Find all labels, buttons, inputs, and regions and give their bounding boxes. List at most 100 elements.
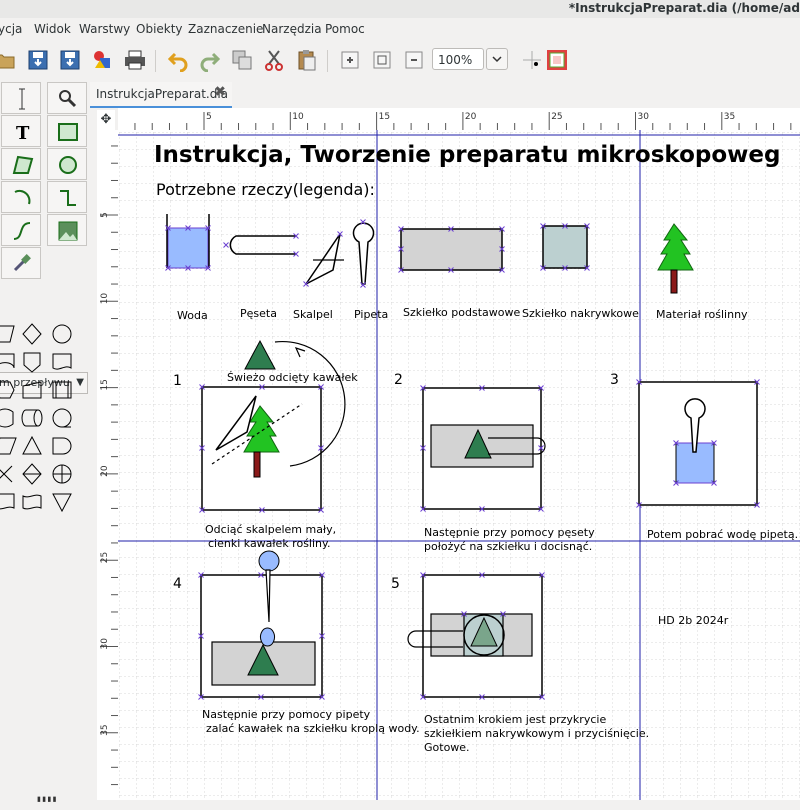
menu-help[interactable]: Pomoc (325, 22, 365, 36)
shape-parallelogram[interactable] (0, 432, 18, 460)
image-tool[interactable] (47, 214, 87, 246)
shape-sort[interactable] (19, 460, 45, 488)
undo-button[interactable] (166, 48, 190, 73)
shape-process[interactable] (0, 320, 18, 348)
legend-label-tweezers[interactable]: Pęseta (240, 307, 277, 320)
shape-predefined[interactable] (49, 376, 75, 404)
menu-edit[interactable]: ycja (0, 22, 22, 36)
step-1-note[interactable]: Świeżo odcięty kawałek (227, 371, 358, 384)
paste-button[interactable] (295, 48, 319, 72)
snap-to-grid-button[interactable] (520, 48, 544, 72)
shape-storage[interactable] (0, 404, 18, 432)
zoom-out-button[interactable] (402, 48, 426, 72)
ruler-label: 10 (292, 112, 304, 122)
collate-shape-icon (0, 465, 13, 483)
box-tool[interactable] (47, 115, 87, 147)
legend-heading[interactable]: Potrzebne rzeczy(legenda): (156, 180, 375, 199)
title-bar: *InstrukcjaPreparat.dia (/home/ad (0, 0, 800, 18)
step-1-text-line[interactable]: Odciąć skalpelem mały, (205, 523, 336, 536)
text-tool[interactable]: T (1, 115, 41, 147)
menu-objects[interactable]: Obiekty (136, 22, 183, 36)
outline-tool[interactable] (1, 247, 41, 279)
color-button[interactable] (545, 48, 569, 72)
step-5-text-line[interactable]: Gotowe. (424, 741, 470, 754)
step-3-frame[interactable] (636, 379, 760, 508)
legend-label-plant[interactable]: Materiał roślinny (656, 308, 748, 321)
shape-document[interactable] (49, 348, 75, 376)
menu-tools[interactable]: Narzędzia (262, 22, 322, 36)
magnify-tool[interactable] (47, 82, 87, 114)
zoom-in-button[interactable] (338, 48, 362, 72)
shape-preparation[interactable] (0, 376, 18, 404)
shape-merge[interactable] (49, 488, 75, 516)
legend-cover-glass[interactable] (540, 223, 590, 271)
copy-button[interactable] (230, 48, 254, 72)
shape-card[interactable] (0, 488, 18, 516)
legend-slide[interactable] (398, 226, 505, 273)
step-number[interactable]: 1 (173, 373, 182, 389)
shape-sequential[interactable] (49, 404, 75, 432)
zigzag-tool[interactable] (47, 181, 87, 213)
close-icon[interactable]: ✖ (214, 84, 226, 100)
shape-drum[interactable] (19, 404, 45, 432)
arc-tool[interactable] (1, 181, 41, 213)
step-4-text-line[interactable]: Następnie przy pomocy pipety (202, 708, 371, 721)
text-cursor-icon (19, 88, 25, 110)
menu-bar: ycja Widok Warstwy Obiekty Zaznaczenie N… (0, 18, 800, 40)
step-2-text-line[interactable]: Następnie przy pomocy pęsety (424, 526, 595, 539)
shape-extract[interactable] (19, 432, 45, 460)
diagram-title[interactable]: Instrukcja, Tworzenie preparatu mikrosko… (154, 142, 780, 168)
cut-button[interactable] (262, 48, 286, 72)
zoom-dropdown-button[interactable] (486, 48, 508, 70)
legend-label-slide[interactable]: Szkiełko podstawowe (403, 306, 520, 319)
step-number[interactable]: 3 (610, 372, 619, 388)
step-3-text-line[interactable]: Potem pobrać wodę pipetą. (647, 528, 798, 541)
ellipse-tool[interactable] (47, 148, 87, 180)
diagram-canvas[interactable]: Instrukcja, Tworzenie preparatu mikrosko… (118, 130, 800, 800)
shape-decision[interactable] (19, 320, 45, 348)
menu-view[interactable]: Widok (34, 22, 71, 36)
shape-manual-input[interactable] (19, 376, 45, 404)
horizontal-ruler[interactable]: 5 10 15 20 25 30 35 (118, 108, 800, 131)
step-number[interactable]: 5 (391, 576, 400, 592)
shape-delay[interactable] (49, 432, 75, 460)
shape-or[interactable] (49, 460, 75, 488)
legend-label-pipette[interactable]: Pipeta (354, 308, 388, 321)
step-2-frame[interactable] (420, 385, 546, 512)
menu-selection[interactable]: Zaznaczenie (188, 22, 263, 36)
legend-label-scalpel[interactable]: Skalpel (293, 308, 333, 321)
step-1-text-line[interactable]: cienki kawałek rośliny. (208, 537, 330, 550)
open-button[interactable] (0, 48, 16, 72)
save-as-button[interactable] (58, 48, 82, 72)
step-number[interactable]: 2 (394, 372, 403, 388)
signature-text[interactable]: HD 2b 2024r (658, 614, 729, 627)
shape-collate[interactable] (0, 460, 18, 488)
step-5-frame[interactable] (407, 572, 545, 700)
legend-label-cover[interactable]: Szkiełko nakrywkowe (522, 307, 639, 320)
export-button[interactable] (91, 48, 115, 72)
step-2-text-line[interactable]: położyć na szkiełku i docisnąć. (424, 540, 592, 553)
zoom-fit-button[interactable] (370, 48, 394, 72)
shape-punched-card[interactable] (0, 348, 18, 376)
shape-connector[interactable] (49, 320, 75, 348)
legend-label-water[interactable]: Woda (177, 309, 208, 322)
shape-offpage[interactable] (19, 348, 45, 376)
text-edit-tool[interactable] (1, 82, 41, 114)
vertical-ruler[interactable]: 5 10 15 20 25 30 35 (97, 130, 119, 800)
shape-more-row[interactable] (35, 782, 75, 802)
tab-document[interactable]: InstrukcjaPreparat.dia ✖ (90, 82, 232, 108)
step-number[interactable]: 4 (173, 576, 182, 592)
ruler-origin-icon[interactable]: ✥ (97, 110, 115, 130)
step-4-text-line[interactable]: zalać kawałek na szkiełku kroplą wody. (206, 722, 420, 735)
ruler-label: 35 (724, 112, 735, 122)
menu-layers[interactable]: Warstwy (79, 22, 130, 36)
zoom-input[interactable]: 100% (432, 48, 484, 70)
redo-button[interactable] (198, 48, 222, 73)
shape-paper-tape[interactable] (19, 488, 45, 516)
print-button[interactable] (123, 48, 147, 72)
step-5-text-line[interactable]: Ostatnim krokiem jest przykrycie (424, 713, 606, 726)
step-5-text-line[interactable]: szkiełkiem nakrywkowym i przyciśnięcie. (424, 727, 649, 740)
bezier-tool[interactable] (1, 214, 41, 246)
polygon-tool[interactable] (1, 148, 41, 180)
save-button[interactable] (26, 48, 50, 72)
